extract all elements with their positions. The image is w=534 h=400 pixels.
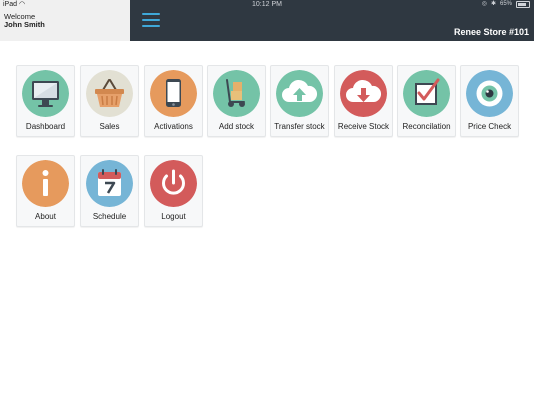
battery-percent: 65% (499, 1, 512, 7)
status-bar: iPad ◠ 10:12 PM ◎ ✱ 65% (0, 0, 534, 9)
status-time: 10:12 PM (252, 1, 282, 8)
power-icon (150, 160, 197, 207)
tile-label: Logout (161, 212, 186, 221)
tile-label: Reconcilation (402, 122, 451, 131)
tile-label: Price Check (467, 122, 512, 131)
store-name: Renee Store #101 (453, 27, 529, 37)
status-right: ◎ ✱ 65% (482, 0, 530, 9)
tile-label: About (35, 212, 56, 221)
tile-label: Dashboard (25, 122, 66, 131)
monitor-icon (22, 70, 69, 117)
calendar-icon (86, 160, 133, 207)
tile-label: Schedule (92, 212, 127, 221)
battery-icon (516, 1, 530, 8)
eye-icon (466, 70, 513, 117)
cloud-upload-icon (276, 70, 323, 117)
tile-transfer-stock[interactable]: Transfer stock (270, 65, 329, 137)
checkbox-icon (403, 70, 450, 117)
phone-icon (150, 70, 197, 117)
tile-activations[interactable]: Activations (144, 65, 203, 137)
tile-reconcilation[interactable]: Reconcilation (397, 65, 456, 137)
lock-rotation-icon: ◎ (481, 1, 487, 7)
tile-receive-stock[interactable]: Receive Stock (334, 65, 393, 137)
hamburger-menu-icon[interactable] (142, 11, 160, 29)
hand-truck-icon (213, 70, 260, 117)
tile-logout[interactable]: Logout (144, 155, 203, 227)
tile-sales[interactable]: Sales (80, 65, 139, 137)
user-name: John Smith (4, 20, 45, 29)
tile-label: Receive Stock (337, 122, 390, 131)
tile-label: Activations (154, 122, 193, 131)
tile-dashboard[interactable]: Dashboard (16, 65, 75, 137)
cloud-download-icon (340, 70, 387, 117)
tile-label: Transfer stock (274, 122, 325, 131)
basket-icon (86, 70, 133, 117)
bluetooth-icon: ✱ (490, 1, 496, 7)
tile-label: Add stock (218, 122, 255, 131)
tile-schedule[interactable]: Schedule (80, 155, 139, 227)
tile-label: Sales (99, 122, 120, 131)
tile-price-check[interactable]: Price Check (460, 65, 519, 137)
tile-about[interactable]: About (16, 155, 75, 227)
tile-add-stock[interactable]: Add stock (207, 65, 266, 137)
info-icon (22, 160, 69, 207)
